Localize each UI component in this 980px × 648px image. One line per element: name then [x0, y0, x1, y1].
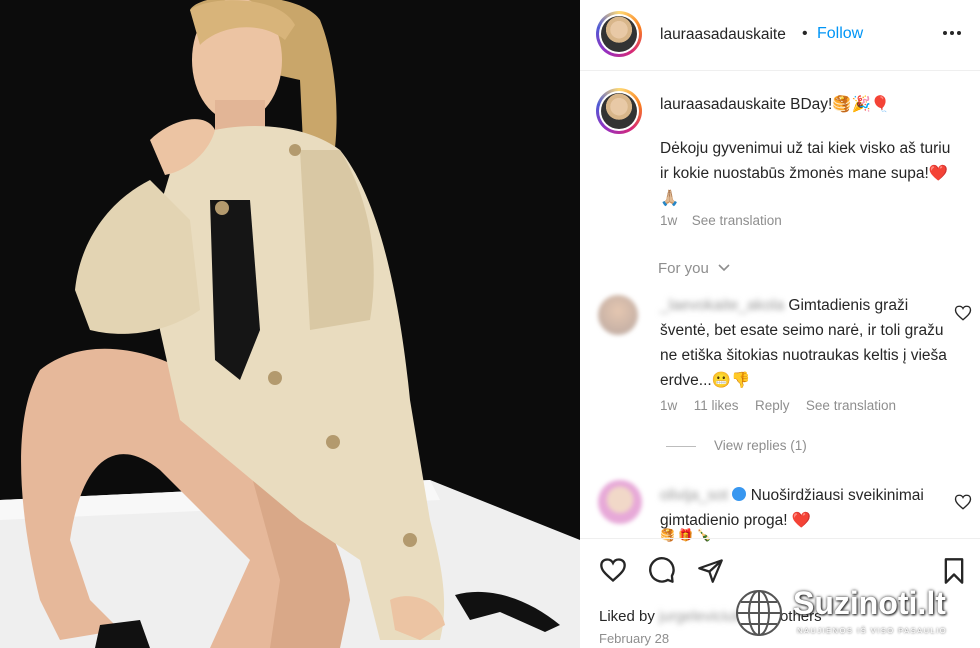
caption-meta: 1w See translation	[660, 212, 782, 230]
like-comment-heart-icon[interactable]	[954, 304, 972, 322]
caption-body: Dėkoju gyvenimui už tai kiek visko aš tu…	[660, 140, 951, 207]
caption-lead: BDay!🥞🎉🎈	[790, 96, 891, 113]
comment-meta: 1w 11 likes Reply See translation	[660, 397, 896, 415]
verified-badge-icon	[732, 487, 747, 501]
post-photo[interactable]	[0, 0, 580, 648]
comment-time: 1w	[660, 398, 678, 413]
post-header: lauraasadauskaite • Follow	[580, 0, 980, 71]
watermark-tagline: NAUJIENOS IŠ VISO PASAULIO	[797, 626, 948, 635]
comment-bubble-icon[interactable]	[648, 556, 676, 584]
comment-text: _laevokaite_akola Gimtadienis graži šven…	[660, 293, 950, 393]
comment-reply[interactable]: Reply	[755, 398, 790, 413]
post-date: February 28	[599, 631, 670, 646]
caption-username[interactable]: lauraasadauskaite	[660, 96, 786, 113]
for-you-filter[interactable]: For you	[658, 260, 731, 277]
liked-by-label: Liked by	[599, 608, 655, 625]
caption-time: 1w	[660, 213, 678, 228]
comment2-extra: 🥞 🎁 🍾	[660, 528, 712, 542]
replies-divider	[666, 446, 696, 447]
separator-dot: •	[802, 25, 808, 42]
comment-see-translation[interactable]: See translation	[806, 398, 896, 413]
chevron-down-icon	[718, 264, 730, 272]
caption: lauraasadauskaite BDay!🥞🎉🎈	[660, 92, 960, 117]
save-bookmark-icon[interactable]	[942, 557, 966, 585]
author-username[interactable]: lauraasadauskaite	[660, 26, 786, 44]
follow-button[interactable]: Follow	[817, 25, 863, 43]
for-you-label: For you	[658, 260, 709, 277]
comment2-avatar[interactable]	[598, 480, 642, 524]
author-avatar[interactable]	[596, 11, 642, 57]
share-paper-plane-icon[interactable]	[697, 557, 724, 584]
actions-divider	[580, 538, 980, 539]
comment2-text: olivija_sot Nuoširdžiausi sveikinimai gi…	[660, 483, 950, 533]
like-heart-icon[interactable]	[598, 556, 628, 584]
comment-likes[interactable]: 11 likes	[694, 398, 739, 413]
caption-avatar[interactable]	[596, 88, 642, 134]
liked-by-user[interactable]: jurgeleviciute	[659, 608, 747, 625]
post-panel: lauraasadauskaite • Follow lauraasadausk…	[580, 0, 980, 648]
comment-avatar[interactable]	[598, 295, 638, 335]
view-replies[interactable]: View replies (1)	[714, 438, 807, 453]
like-comment2-heart-icon[interactable]	[954, 493, 972, 511]
caption-see-translation[interactable]: See translation	[692, 213, 782, 228]
globe-logo-icon	[736, 590, 782, 636]
comment-username[interactable]: _laevokaite_akola	[660, 297, 784, 314]
ellipsis-icon[interactable]	[942, 24, 962, 36]
site-watermark: Suzinoti.lt NAUJIENOS IŠ VISO PASAULIO	[735, 585, 980, 648]
comment2-username[interactable]: olivija_sot	[660, 487, 728, 504]
photo-illustration	[0, 0, 580, 648]
watermark-brand: Suzinoti.lt	[793, 585, 946, 621]
